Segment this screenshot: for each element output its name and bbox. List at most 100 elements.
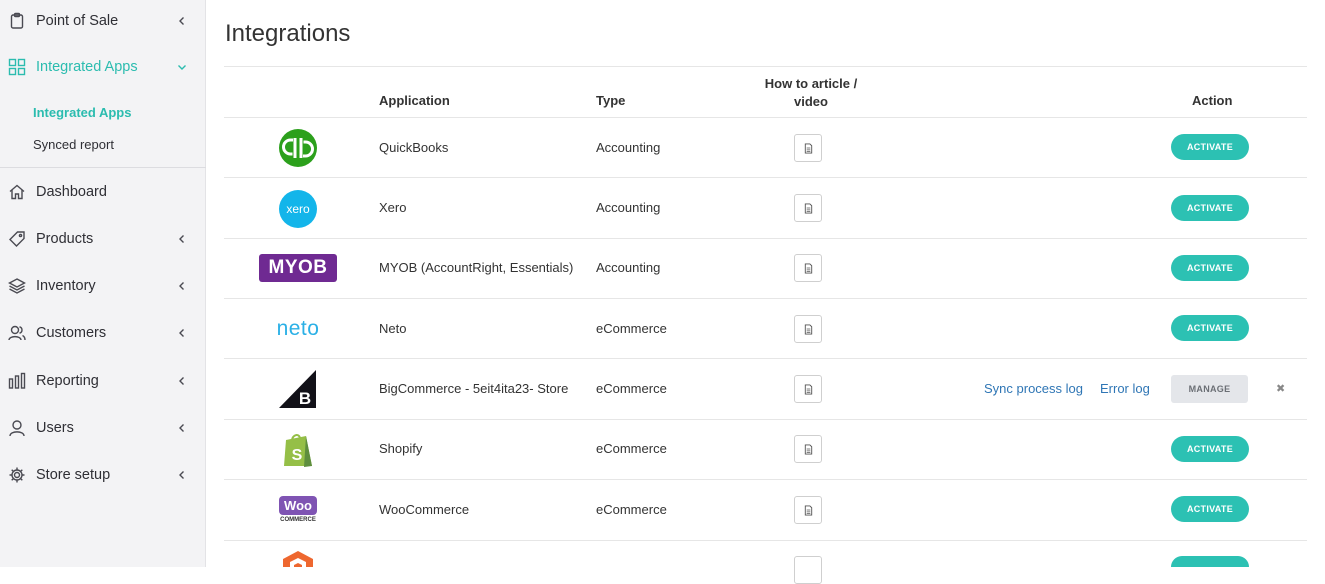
sidebar-item-integrated-apps[interactable]: Integrated Apps (0, 51, 206, 83)
title-divider (224, 66, 1307, 67)
activate-button[interactable]: ACTIVATE (1171, 496, 1249, 522)
row-divider (224, 298, 1307, 299)
activate-button[interactable]: ACTIVATE (1171, 255, 1249, 281)
xero-logo: xero (278, 189, 318, 229)
layers-icon (8, 277, 26, 295)
document-icon (804, 323, 812, 335)
sidebar-item-label: Reporting (36, 373, 99, 389)
svg-text:S: S (292, 447, 303, 464)
sidebar-subitem-integrated-apps[interactable]: Integrated Apps (33, 105, 131, 120)
application-type: eCommerce (596, 502, 667, 517)
gear-icon (8, 466, 26, 484)
sidebar-item-store-setup[interactable]: Store setup (0, 459, 206, 491)
page-title: Integrations (225, 20, 351, 47)
error-log-link[interactable]: Error log (1100, 381, 1150, 396)
close-icon[interactable]: ✖ (1276, 382, 1285, 395)
svg-text:B: B (299, 389, 311, 408)
application-name: BigCommerce - 5eit4ita23- Store (379, 381, 569, 396)
application-name: Neto (379, 321, 407, 336)
document-icon (804, 142, 812, 154)
sidebar: Point of Sale Integrated Apps Integrated… (0, 0, 206, 567)
chevron-down-icon (178, 65, 186, 70)
chevron-left-icon (179, 329, 184, 337)
chevron-left-icon (179, 471, 184, 479)
sidebar-item-inventory[interactable]: Inventory (0, 270, 206, 302)
sidebar-item-label: Integrated Apps (36, 59, 138, 75)
chevron-left-icon (179, 377, 184, 385)
application-name: QuickBooks (379, 140, 449, 155)
woocommerce-logo-text: Woo (279, 495, 317, 515)
sidebar-divider (0, 167, 206, 168)
column-header-type: Type (596, 93, 626, 108)
how-to-article-button[interactable] (794, 134, 822, 162)
how-to-article-button[interactable] (794, 194, 822, 222)
sidebar-item-point-of-sale[interactable]: Point of Sale (0, 5, 206, 37)
woocommerce-logo: Woo COMMERCE (278, 492, 318, 526)
myob-logo: MYOB (259, 254, 337, 282)
document-icon (804, 262, 812, 274)
application-type: Accounting (596, 140, 661, 155)
column-header-how-to: How to article / video (750, 75, 872, 111)
myob-logo-text: MYOB (268, 257, 328, 278)
manage-button[interactable]: MANAGE (1171, 375, 1248, 403)
column-header-application: Application (379, 93, 450, 108)
row-divider (224, 117, 1307, 118)
quickbooks-logo (278, 128, 318, 168)
shopify-logo: S (278, 429, 318, 469)
document-icon (804, 202, 812, 214)
how-to-article-button[interactable] (794, 375, 822, 403)
row-divider (224, 419, 1307, 420)
how-to-article-button[interactable] (794, 315, 822, 343)
application-type: eCommerce (596, 441, 667, 456)
sidebar-item-label: Products (36, 231, 94, 247)
sidebar-item-users[interactable]: Users (0, 412, 206, 444)
row-divider (224, 540, 1307, 541)
chevron-left-icon (179, 424, 184, 432)
document-icon (804, 443, 812, 455)
clipboard-icon (8, 12, 26, 30)
application-type: Accounting (596, 200, 661, 215)
sync-process-log-link[interactable]: Sync process log (984, 381, 1083, 396)
activate-button[interactable]: ACTIVATE (1171, 436, 1249, 462)
activate-button[interactable] (1171, 556, 1249, 567)
row-divider (224, 479, 1307, 480)
column-header-how-to-line2: video (794, 94, 828, 109)
bar-chart-icon (8, 372, 26, 390)
how-to-article-button[interactable] (794, 496, 822, 524)
how-to-article-button[interactable] (794, 556, 822, 584)
sidebar-item-dashboard[interactable]: Dashboard (0, 176, 206, 208)
chevron-left-icon (179, 235, 184, 243)
application-name: Shopify (379, 441, 423, 456)
sidebar-item-customers[interactable]: Customers (0, 317, 206, 349)
how-to-article-button[interactable] (794, 254, 822, 282)
sidebar-item-label: Users (36, 420, 74, 436)
application-name: WooCommerce (379, 502, 470, 517)
sidebar-item-label: Dashboard (36, 184, 107, 200)
sidebar-item-reporting[interactable]: Reporting (0, 365, 206, 397)
column-header-how-to-line1: How to article / (764, 76, 858, 91)
column-header-action: Action (1192, 93, 1233, 108)
users-icon (8, 324, 26, 342)
application-type: eCommerce (596, 321, 667, 336)
woocommerce-logo-subtext: COMMERCE (280, 516, 316, 523)
document-icon (804, 383, 812, 395)
sidebar-item-products[interactable]: Products (0, 223, 206, 255)
activate-button[interactable]: ACTIVATE (1171, 315, 1249, 341)
sidebar-subitem-synced-report[interactable]: Synced report (33, 137, 114, 152)
application-type: eCommerce (596, 381, 667, 396)
svg-text:xero: xero (286, 202, 310, 216)
activate-button[interactable]: ACTIVATE (1171, 134, 1249, 160)
row-divider (224, 238, 1307, 239)
sidebar-item-label: Inventory (36, 278, 96, 294)
chevron-left-icon (179, 17, 184, 25)
activate-button[interactable]: ACTIVATE (1171, 195, 1249, 221)
row-divider (224, 358, 1307, 359)
application-name: Xero (379, 200, 407, 215)
bigcommerce-logo: B (278, 369, 318, 409)
document-icon (804, 504, 812, 516)
grid-icon (8, 58, 26, 76)
user-icon (8, 419, 26, 437)
how-to-article-button[interactable] (794, 435, 822, 463)
sidebar-item-label: Store setup (36, 467, 111, 483)
tag-icon (8, 230, 26, 248)
